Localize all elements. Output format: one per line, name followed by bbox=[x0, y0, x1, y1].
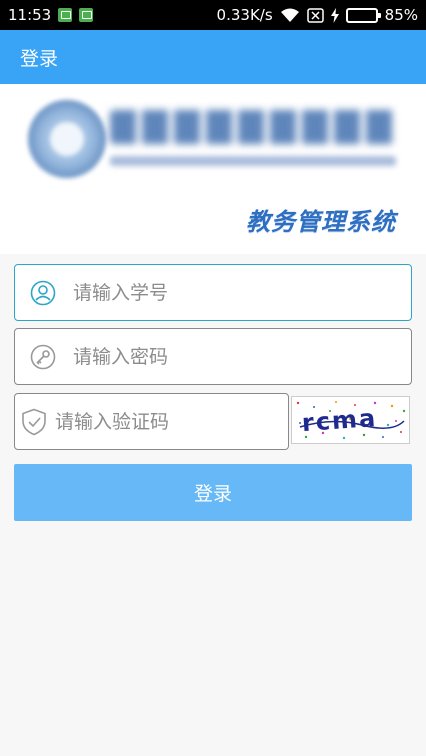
key-icon bbox=[15, 329, 65, 384]
password-field[interactable] bbox=[14, 328, 412, 385]
status-time: 11:53 bbox=[8, 6, 52, 24]
battery-icon bbox=[345, 7, 381, 23]
status-right: 0.33K/s 85% bbox=[217, 6, 418, 24]
wifi-icon bbox=[280, 8, 300, 23]
charging-icon bbox=[330, 7, 339, 23]
page-title: 登录 bbox=[20, 47, 59, 70]
user-icon bbox=[15, 265, 65, 320]
captcha-input[interactable] bbox=[47, 394, 298, 449]
school-seal-logo bbox=[28, 100, 106, 178]
status-left: 11:53 bbox=[8, 6, 94, 24]
logo-area: 教务管理系统 bbox=[0, 84, 426, 254]
school-english-name-logo bbox=[110, 156, 396, 166]
system-title: 教务管理系统 bbox=[246, 207, 396, 236]
login-button[interactable]: 登录 bbox=[14, 464, 412, 521]
student-id-input[interactable] bbox=[65, 265, 411, 320]
notification-app-icon bbox=[58, 8, 73, 22]
notification-message-icon bbox=[79, 8, 94, 22]
captcha-field[interactable] bbox=[14, 393, 298, 450]
shield-check-icon bbox=[15, 394, 47, 449]
captcha-image[interactable]: rcma bbox=[291, 396, 410, 444]
captcha-text: rcma bbox=[301, 404, 378, 437]
battery-percent: 85% bbox=[384, 6, 418, 24]
app-bar: 登录 bbox=[0, 30, 426, 84]
status-bar: 11:53 0.33K/s 85% bbox=[0, 0, 426, 30]
student-id-field[interactable] bbox=[14, 264, 412, 321]
no-sim-icon bbox=[306, 7, 324, 23]
network-speed: 0.33K/s bbox=[216, 6, 273, 24]
password-input[interactable] bbox=[65, 329, 411, 384]
school-name-calligraphy-logo bbox=[110, 110, 396, 144]
